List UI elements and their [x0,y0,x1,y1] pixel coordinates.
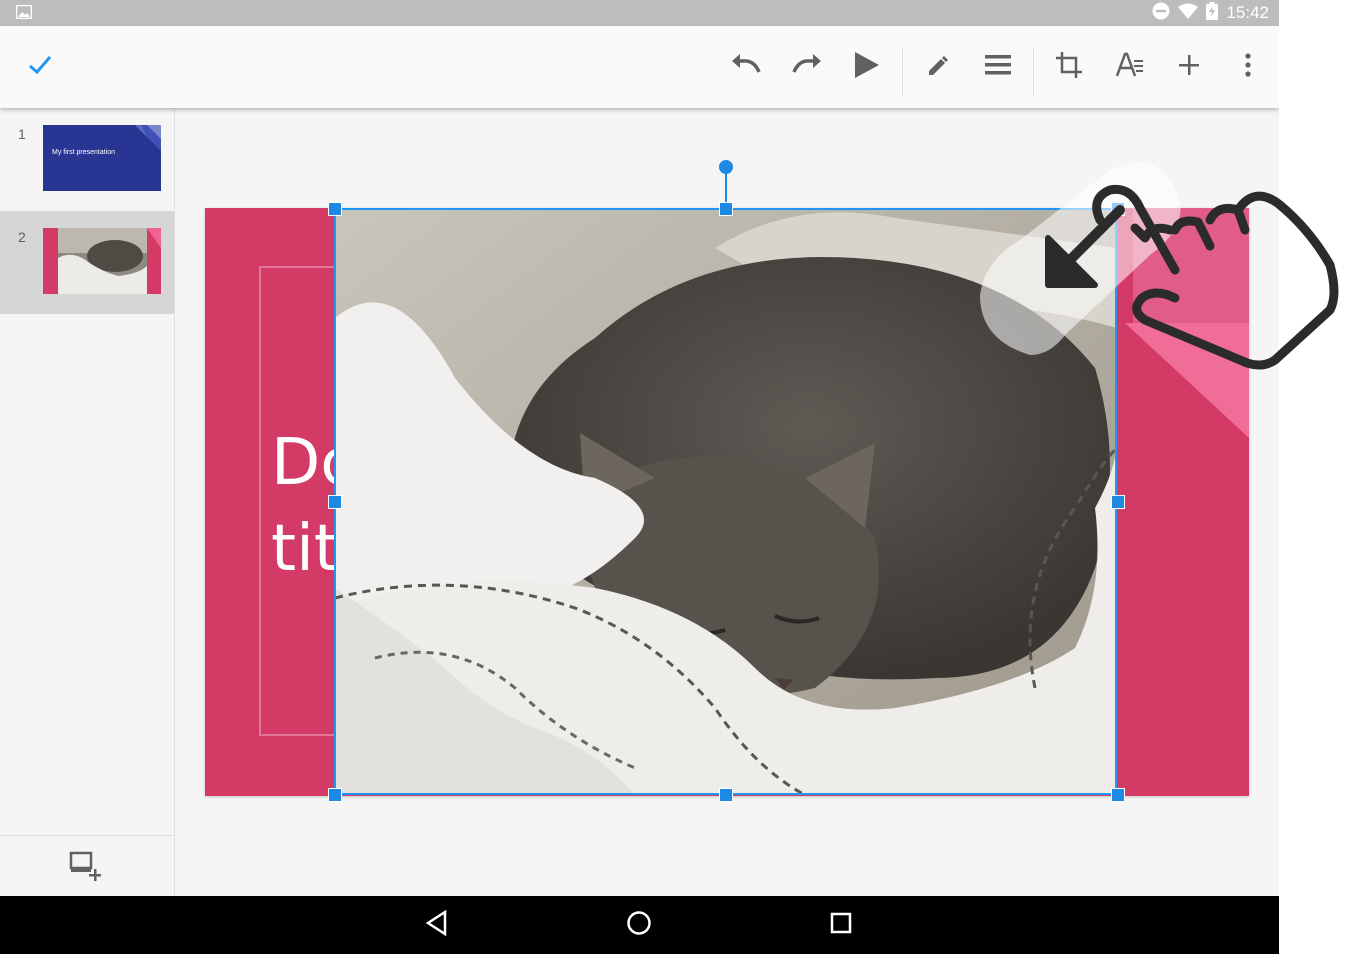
present-icon [852,51,880,84]
align-icon [984,53,1012,82]
back-icon [425,909,449,941]
resize-handle-top[interactable] [719,202,733,216]
slide-number: 2 [18,229,26,245]
rotate-handle[interactable] [719,160,733,174]
resize-handle-top-left[interactable] [328,202,342,216]
resize-handle-bottom[interactable] [719,788,733,802]
pen-button[interactable] [918,47,958,87]
undo-button[interactable] [726,47,766,87]
resize-handle-right[interactable] [1111,495,1125,509]
home-button[interactable] [619,905,659,945]
done-button[interactable] [20,47,60,87]
rotation-stem [725,172,727,206]
image-notification-icon [15,4,33,24]
home-icon [626,910,652,941]
cat-photo[interactable] [335,208,1117,795]
more-options-button[interactable] [1228,47,1268,87]
resize-handle-bottom-right[interactable] [1111,788,1125,802]
battery-charging-icon [1206,1,1219,25]
resize-handle-left[interactable] [328,495,342,509]
recents-button[interactable] [821,905,861,945]
slide-filmstrip: 1 My first presentation 2 [0,108,175,896]
align-button[interactable] [978,47,1018,87]
do-not-disturb-icon [1152,2,1170,25]
text-format-icon [1115,52,1145,83]
redo-button[interactable] [787,47,827,87]
toolbar [0,26,1279,108]
navigation-bar [0,896,1279,954]
new-slide-button[interactable] [66,848,106,888]
filmstrip-footer [0,835,174,897]
slide-thumbnail-1[interactable]: 1 My first presentation [0,108,174,211]
slide-thumbnail-2[interactable]: 2 [0,211,174,314]
add-slide-icon [69,850,103,887]
redo-icon [791,53,823,81]
resize-handle-top-right[interactable] [1111,202,1125,216]
check-icon [27,54,53,81]
undo-icon [730,53,762,81]
device-screen: 15:42 1 My first presentation 2 Dc tit [0,0,1279,954]
slide-preview [43,228,161,294]
slide-number: 1 [18,126,26,142]
status-bar: 15:42 [0,0,1279,26]
resize-handle-bottom-left[interactable] [328,788,342,802]
wifi-icon [1178,3,1199,24]
recents-icon [830,912,852,939]
present-button[interactable] [846,47,886,87]
add-icon [1177,53,1201,82]
slide-preview-title: My first presentation [52,149,116,156]
text-format-button[interactable] [1110,47,1150,87]
crop-icon [1055,51,1083,84]
toolbar-divider [1033,48,1034,96]
clock: 15:42 [1226,3,1269,22]
insert-button[interactable] [1169,47,1209,87]
pen-icon [926,53,950,82]
slide-preview: My first presentation [43,125,161,191]
toolbar-divider [902,48,903,96]
back-button[interactable] [417,905,457,945]
crop-button[interactable] [1049,47,1089,87]
more-vert-icon [1244,52,1252,82]
